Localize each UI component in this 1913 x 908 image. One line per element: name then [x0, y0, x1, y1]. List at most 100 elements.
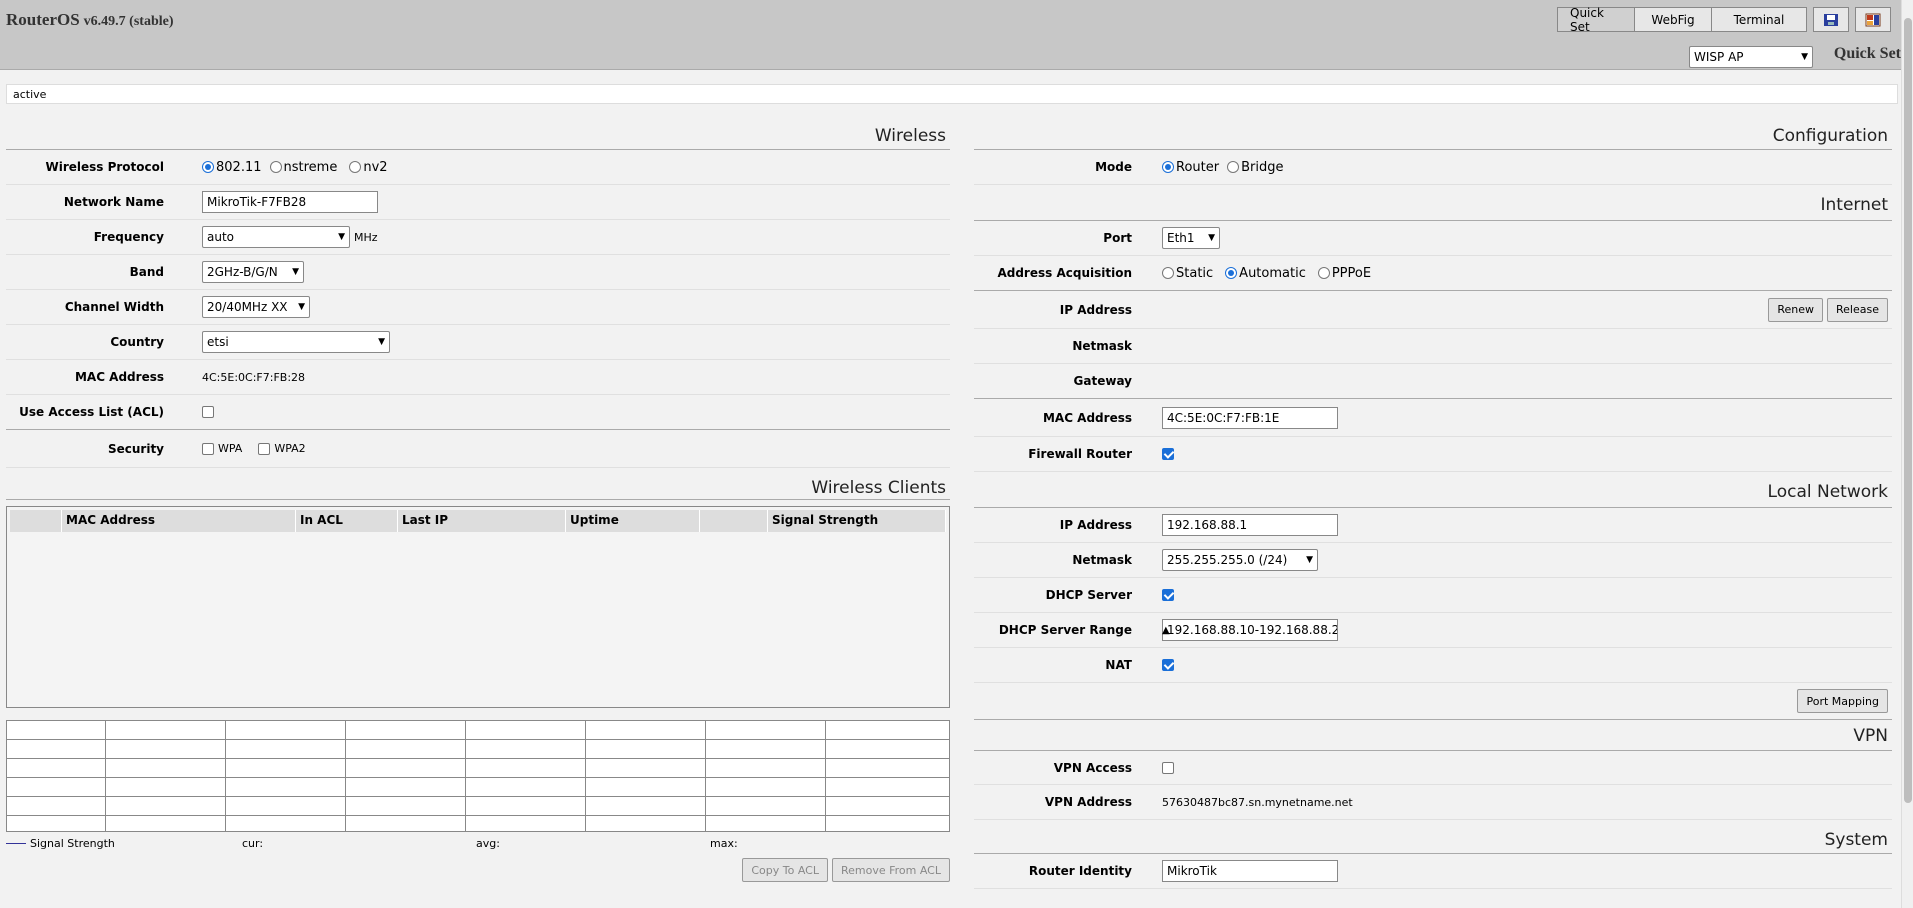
client-actions: Copy To ACL Remove From ACL [6, 858, 950, 882]
col-last-ip[interactable]: Last IP [398, 510, 566, 532]
wireless-mac-value: 4C:5E:0C:F7:FB:28 [202, 370, 306, 384]
security-row: Security WPA WPA2 [6, 430, 950, 468]
band-select[interactable]: 2GHz-B/G/N ▼ [202, 261, 304, 283]
security-label: Security [107, 441, 164, 456]
band-label: Band [129, 265, 164, 279]
port-label: Port [1103, 231, 1132, 245]
network-name-row: Network Name MikroTik-F7FB28 [6, 185, 950, 220]
copy-to-acl-button[interactable]: Copy To ACL [742, 858, 828, 882]
col-mac-address[interactable]: MAC Address [62, 510, 296, 532]
nat-row: NAT [974, 648, 1892, 683]
wpa-label: WPA [218, 442, 243, 455]
lan-ip-input[interactable]: 192.168.88.1 [1162, 514, 1338, 536]
protocol-nstreme-radio[interactable] [269, 161, 282, 173]
status-bar: active [6, 84, 1898, 104]
save-icon[interactable] [1813, 7, 1849, 32]
layout-icon[interactable] [1855, 7, 1891, 32]
wan-ip-label: IP Address [1059, 302, 1132, 317]
channel-width-row: Channel Width 20/40MHz XX ▼ [6, 290, 950, 325]
wireless-title: Wireless [6, 116, 950, 150]
mode-router-label: Router [1176, 159, 1220, 175]
vpn-access-row: VPN Access [974, 750, 1892, 785]
mode-bridge-label: Bridge [1241, 159, 1284, 175]
quick-set-button[interactable]: Quick Set [1557, 6, 1635, 34]
webfig-button[interactable]: WebFig [1634, 7, 1712, 32]
port-mapping-row: Port Mapping [974, 683, 1892, 720]
wireless-mac-row: MAC Address 4C:5E:0C:F7:FB:28 [6, 360, 950, 395]
country-row: Country etsi ▼ [6, 325, 950, 360]
mode-router-radio[interactable] [1162, 161, 1174, 173]
frequency-unit: MHz [354, 230, 378, 244]
country-select[interactable]: etsi ▼ [202, 331, 390, 353]
legend-max: max: [710, 836, 738, 850]
logo: RouterOS v6.49.7 (stable) [6, 10, 174, 29]
acq-static-radio[interactable] [1162, 267, 1174, 279]
mode-label: Mode [1095, 160, 1132, 174]
legend-signal-label: Signal Strength [30, 836, 115, 850]
acq-label: Address Acquisition [997, 266, 1132, 280]
acl-row: Use Access List (ACL) [6, 395, 950, 430]
top-buttons: Quick Set WebFig Terminal [1557, 6, 1891, 34]
col-blank[interactable] [10, 510, 62, 532]
frequency-select[interactable]: auto ▼ [202, 226, 350, 248]
firewall-label: Firewall Router [1028, 447, 1132, 461]
wan-ip-row: IP Address Renew Release [974, 291, 1892, 329]
dhcp-server-checkbox[interactable] [1162, 589, 1174, 601]
vpn-address-label: VPN Address [1044, 795, 1132, 809]
nat-label: NAT [1105, 658, 1132, 672]
vpn-access-checkbox[interactable] [1162, 761, 1174, 774]
protocol-80211-radio[interactable] [202, 161, 214, 173]
remove-from-acl-button[interactable]: Remove From ACL [831, 858, 950, 882]
protocol-80211-label: 802.11 [216, 159, 262, 175]
renew-button[interactable]: Renew [1768, 297, 1824, 322]
acq-automatic-radio[interactable] [1225, 267, 1238, 279]
wireless-panel: Wireless Wireless Protocol 802.11 nstrem… [6, 116, 950, 882]
lan-ip-label: IP Address [1059, 518, 1132, 532]
lan-netmask-select[interactable]: 255.255.255.0 (/24) ▼ [1162, 549, 1318, 571]
release-button[interactable]: Release [1827, 297, 1888, 322]
protocol-nv2-radio[interactable] [349, 161, 362, 173]
col-uptime[interactable]: Uptime [566, 510, 700, 532]
nat-checkbox[interactable] [1162, 659, 1174, 671]
wan-netmask-label: Netmask [1072, 339, 1132, 353]
vpn-access-label: VPN Access [1053, 760, 1132, 775]
terminal-button[interactable]: Terminal [1711, 7, 1807, 32]
version-label: v6.49.7 (stable) [83, 14, 174, 29]
router-identity-input[interactable]: MikroTik [1162, 860, 1338, 882]
network-name-input[interactable]: MikroTik-F7FB28 [202, 191, 378, 213]
internet-title: Internet [974, 185, 1892, 221]
mode-bridge-radio[interactable] [1227, 161, 1240, 173]
wan-mac-input[interactable]: 4C:5E:0C:F7:FB:1E [1162, 406, 1338, 429]
acq-pppoe-radio[interactable] [1317, 267, 1330, 279]
wan-mac-label: MAC Address [1042, 410, 1132, 425]
col-signal-strength[interactable]: Signal Strength [768, 510, 946, 532]
clients-table-header: MAC Address In ACL Last IP Uptime Signal… [10, 510, 946, 532]
scrollbar[interactable] [1901, 0, 1913, 908]
channel-width-label: Channel Width [64, 300, 164, 314]
lan-netmask-label: Netmask [1072, 553, 1132, 567]
lan-netmask-row: Netmask 255.255.255.0 (/24) ▼ [974, 543, 1892, 578]
scrollbar-thumb[interactable] [1904, 18, 1912, 803]
col-in-acl[interactable]: In ACL [296, 510, 398, 532]
col-blank-2[interactable] [700, 510, 768, 532]
protocol-nstreme-label: nstreme [283, 159, 338, 175]
acl-label: Use Access List (ACL) [19, 405, 164, 419]
dhcp-server-label: DHCP Server [1045, 588, 1132, 602]
vpn-address-row: VPN Address 57630487bc87.sn.mynetname.ne… [974, 785, 1892, 820]
local-network-title: Local Network [974, 472, 1892, 508]
channel-width-select[interactable]: 20/40MHz XX ▼ [202, 296, 310, 318]
vpn-address-value: 57630487bc87.sn.mynetname.net [1162, 795, 1353, 809]
wpa2-checkbox[interactable] [258, 442, 271, 455]
acl-checkbox[interactable] [202, 406, 214, 418]
acq-row: Address Acquisition Static Automatic PPP… [974, 256, 1892, 291]
port-mapping-button[interactable]: Port Mapping [1797, 689, 1888, 713]
dhcp-range-input[interactable]: 192.168.88.10-192.168.88.2 [1162, 619, 1338, 641]
wpa2-label: WPA2 [274, 442, 306, 455]
port-select[interactable]: Eth1 ▼ [1162, 227, 1220, 249]
wpa-checkbox[interactable] [202, 442, 214, 455]
country-label: Country [110, 335, 164, 349]
mode-select[interactable]: WISP AP ▼ [1689, 46, 1813, 68]
collapse-up-icon[interactable]: ▲ [1162, 625, 1170, 636]
wireless-mac-label: MAC Address [74, 370, 164, 384]
firewall-checkbox[interactable] [1162, 448, 1174, 460]
